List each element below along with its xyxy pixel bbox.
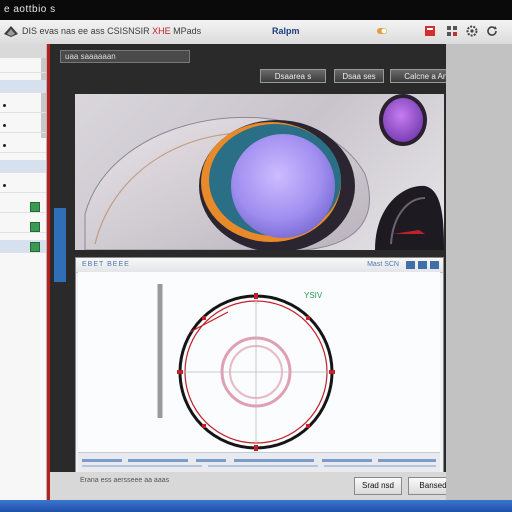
breadcrumb-suffix: MPads xyxy=(173,26,202,36)
taskbar[interactable] xyxy=(0,500,512,512)
plot-canvas[interactable]: YSIV xyxy=(78,272,440,452)
mode-label[interactable]: Ralpm xyxy=(272,26,300,36)
toolbar-button-2[interactable]: Dsaa ses xyxy=(334,69,384,83)
bullet-icon xyxy=(3,184,6,187)
3d-viewport[interactable] xyxy=(75,94,444,250)
circle-plot: YSIV xyxy=(157,284,335,451)
toggle-icon[interactable] xyxy=(376,25,388,37)
grid-icon[interactable] xyxy=(446,25,458,37)
status-strip xyxy=(78,452,440,473)
left-panel-row[interactable] xyxy=(0,240,46,253)
status-ticks xyxy=(82,459,436,467)
breadcrumb-path: evas nas ee ass CSISNSIR xyxy=(39,26,150,36)
left-panel-row[interactable] xyxy=(0,120,46,133)
maximize-icon[interactable] xyxy=(418,261,427,269)
minimize-icon[interactable] xyxy=(406,261,415,269)
breadcrumb-highlight: XHE xyxy=(152,26,171,36)
viewport-scene xyxy=(84,94,444,250)
checkbox[interactable] xyxy=(30,202,40,212)
plot-label: YSIV xyxy=(304,291,323,300)
pdf-icon[interactable] xyxy=(424,25,436,37)
breadcrumb-prefix: DIS xyxy=(22,26,38,36)
left-panel-row[interactable] xyxy=(0,80,46,93)
left-panel xyxy=(0,44,47,512)
cancel-button[interactable]: Srad nsd xyxy=(354,477,402,495)
panel-accent-bar xyxy=(54,208,66,282)
lower-panel-header: EBET BEEE Mast SCN xyxy=(76,258,443,273)
footer-note: Erana ess aersseee aa aaas xyxy=(80,477,170,484)
left-panel-header xyxy=(0,44,46,58)
bullet-icon xyxy=(3,124,6,127)
annotation-line xyxy=(189,311,229,333)
small-sphere xyxy=(383,98,423,142)
left-panel-row[interactable] xyxy=(0,200,46,213)
window-title: e aottbio s xyxy=(4,4,56,15)
title-bar: e aottbio s xyxy=(0,0,512,20)
refresh-icon[interactable] xyxy=(486,25,498,37)
checkbox[interactable] xyxy=(30,242,40,252)
cog-icon[interactable] xyxy=(466,25,478,37)
left-panel-row[interactable] xyxy=(0,160,46,173)
lower-panel-label-right: Mast SCN xyxy=(367,261,399,268)
left-panel-row[interactable] xyxy=(0,140,46,153)
left-panel-row[interactable] xyxy=(0,100,46,113)
app-logo-icon xyxy=(4,26,18,37)
left-panel-row[interactable] xyxy=(0,180,46,193)
right-panel xyxy=(446,44,512,500)
left-panel-row[interactable] xyxy=(0,220,46,233)
bullet-icon xyxy=(3,144,6,147)
lilac-sphere xyxy=(231,134,335,238)
bullet-icon xyxy=(3,104,6,107)
dark-lens xyxy=(375,185,444,250)
toolbar: DIS evas nas ee ass CSISNSIR XHE MPads R… xyxy=(0,20,512,45)
checkbox[interactable] xyxy=(30,222,40,232)
breadcrumb[interactable]: DIS evas nas ee ass CSISNSIR XHE MPads xyxy=(22,26,201,36)
left-panel-row[interactable] xyxy=(0,60,46,73)
toolbar-button-1[interactable]: Dsaarea s xyxy=(260,69,326,83)
close-icon[interactable] xyxy=(430,261,439,269)
lower-panel-label-left: EBET BEEE xyxy=(82,261,130,268)
main-window-title: uaa saaaaaan xyxy=(60,50,190,63)
